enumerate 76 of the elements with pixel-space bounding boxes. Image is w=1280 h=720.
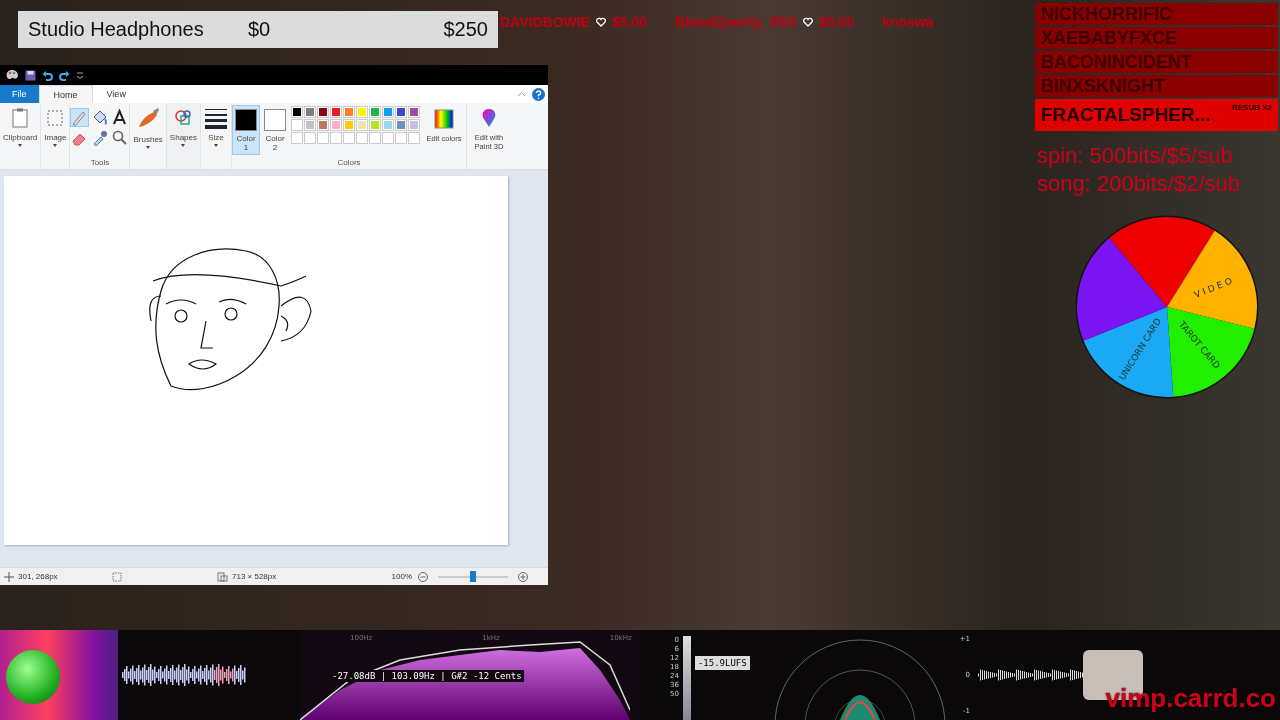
- palette-color[interactable]: [382, 119, 394, 131]
- color-spectrum-icon: [433, 108, 455, 130]
- canvas-size: 713 × 528px: [232, 572, 277, 581]
- event-username: NICKHORRIFIC: [1041, 3, 1173, 25]
- canvas-size-icon: [217, 571, 228, 582]
- palette-color[interactable]: [408, 119, 420, 131]
- cursor-position: 301, 268px: [18, 572, 59, 581]
- palette-color[interactable]: [369, 106, 381, 118]
- palette-color[interactable]: [395, 106, 407, 118]
- event-username: XAEBABYFXCE: [1041, 27, 1179, 49]
- palette-color[interactable]: [408, 106, 420, 118]
- magnifier-tool[interactable]: [111, 129, 129, 146]
- donor-name: DAVIDBOWIE: [500, 14, 590, 30]
- heart-icon: [803, 17, 814, 27]
- palette-color[interactable]: [291, 106, 303, 118]
- color-picker-tool[interactable]: [91, 129, 109, 146]
- palette-color[interactable]: [382, 106, 394, 118]
- heart-icon: [595, 17, 606, 27]
- donor-name: knoswa: [882, 14, 934, 30]
- event-username: FRACTALSPHER...: [1041, 104, 1212, 126]
- event-username: BACONINCIDENT: [1041, 51, 1193, 73]
- palette-color[interactable]: [317, 106, 329, 118]
- ribbon-tab[interactable]: Home: [38, 85, 93, 103]
- dropdown-icon: [76, 71, 84, 79]
- plus-icon: [518, 571, 528, 582]
- goal-current: $0: [248, 18, 272, 41]
- palette-color[interactable]: [317, 119, 329, 131]
- group-label: Colors: [337, 158, 361, 169]
- zoom-percent: 100%: [391, 572, 412, 581]
- group-label: Tools: [90, 158, 110, 169]
- goal-target: $250: [443, 18, 488, 41]
- palette-color[interactable]: [304, 119, 316, 131]
- line-width-icon: [204, 107, 228, 129]
- loudness-readout: -15.9LUFS: [694, 656, 750, 670]
- palette-color[interactable]: [343, 106, 355, 118]
- palette-color[interactable]: [356, 106, 368, 118]
- text-tool[interactable]: [111, 109, 129, 126]
- color-selector-button[interactable]: Color 1: [233, 106, 259, 154]
- size-button[interactable]: Size: [202, 105, 230, 149]
- palette-icon: [5, 69, 19, 81]
- collapse-icon: [517, 91, 526, 97]
- donor-name: BloodQwerty_R5X: [675, 14, 798, 30]
- slider-thumb[interactable]: [470, 570, 476, 582]
- palette-color[interactable]: [369, 119, 381, 131]
- donation-amount: $5.00: [611, 14, 647, 30]
- undo-icon: [42, 69, 53, 81]
- ribbon-tab[interactable]: View: [92, 85, 140, 103]
- palette-color[interactable]: [304, 106, 316, 118]
- palette-color[interactable]: [330, 119, 342, 131]
- command-info: song: 200bits/$2/sub: [1037, 170, 1241, 198]
- donation-amount: $5.00: [819, 14, 855, 30]
- brushes-button[interactable]: Brushes: [131, 105, 165, 151]
- command-info: spin: 500bits/$5/sub: [1037, 142, 1234, 170]
- event-username: BINXSKNIGHT: [1041, 75, 1166, 97]
- palette-color[interactable]: [291, 119, 303, 131]
- palette-color[interactable]: [330, 106, 342, 118]
- redo-icon: [59, 69, 70, 81]
- paint-bucket-tool[interactable]: [91, 109, 109, 126]
- image-button[interactable]: Image: [42, 105, 69, 149]
- pitch-readout: -27.08dB | 103.09Hz | G#2 -12 Cents: [330, 670, 524, 682]
- minus-icon: [418, 571, 428, 582]
- move-cursor-icon: [4, 571, 14, 582]
- goal-title: Studio Headphones: [28, 18, 205, 41]
- website-link[interactable]: vimp.carrd.co: [1105, 683, 1276, 714]
- zoom-out-button[interactable]: [418, 571, 428, 582]
- wheel-label: V I D E O: [1192, 275, 1234, 300]
- color-selector-button[interactable]: Color 2: [262, 106, 288, 154]
- zoom-in-button[interactable]: [518, 571, 528, 582]
- selection-size-icon: [112, 571, 123, 582]
- event-type: RESUB X2: [1232, 103, 1272, 112]
- save-icon: [25, 69, 36, 81]
- palette-color[interactable]: [395, 119, 407, 131]
- clipboard-button[interactable]: Clipboard: [1, 105, 40, 149]
- palette-color[interactable]: [343, 119, 355, 131]
- file-menu-tab[interactable]: File: [0, 85, 39, 103]
- palette-color[interactable]: [356, 119, 368, 131]
